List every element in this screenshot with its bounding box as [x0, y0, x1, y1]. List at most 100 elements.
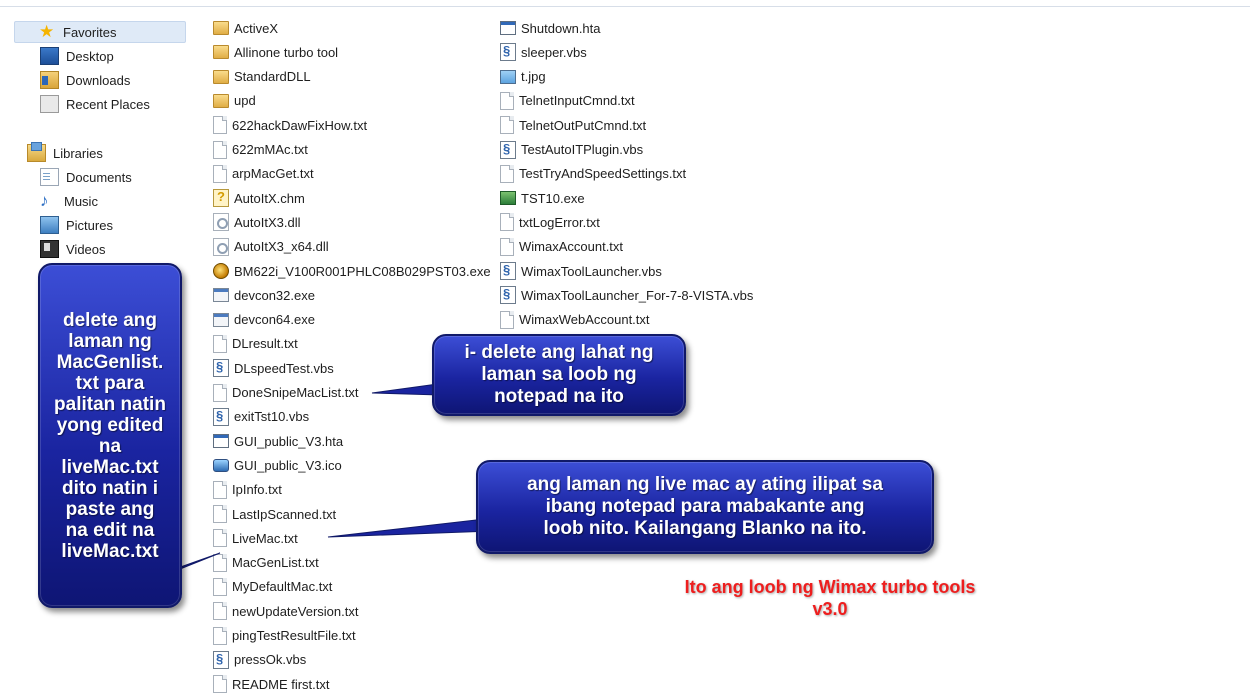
text-file-icon: [213, 116, 227, 135]
nav-item-documents[interactable]: Documents: [40, 166, 132, 188]
script-file-icon: [500, 140, 516, 159]
callout-line: laman ng: [68, 330, 152, 352]
text-file-icon: [213, 602, 227, 621]
text-file-icon: [213, 626, 227, 645]
file-name: ActiveX: [234, 20, 279, 36]
file-item[interactable]: devcon32.exe: [213, 284, 315, 306]
file-item[interactable]: newUpdateVersion.txt: [213, 600, 358, 622]
callout-line: dito natin i: [61, 477, 159, 499]
desktop-icon: [40, 47, 59, 65]
file-name: pingTestResultFile.txt: [232, 628, 356, 643]
file-item[interactable]: 622mMAc.txt: [213, 139, 308, 161]
nav-item-downloads[interactable]: Downloads: [40, 69, 130, 91]
file-item[interactable]: pingTestResultFile.txt: [213, 625, 356, 647]
star-icon: ★: [39, 22, 55, 41]
file-item[interactable]: txtLogError.txt: [500, 211, 600, 233]
file-item[interactable]: TelnetInputCmnd.txt: [500, 90, 635, 112]
file-item[interactable]: DLresult.txt: [213, 333, 298, 355]
nav-label-desktop: Desktop: [66, 48, 114, 64]
libraries-icon: [27, 142, 46, 162]
callout-line: laman sa loob ng: [481, 364, 637, 385]
text-file-icon: [213, 675, 227, 694]
file-item[interactable]: pressOk.vbs: [213, 649, 306, 671]
file-item[interactable]: TelnetOutPutCmnd.txt: [500, 114, 646, 136]
file-item[interactable]: WimaxAccount.txt: [500, 236, 623, 258]
callout-right-instructions: ang laman ng live mac ay ating ilipat sa…: [476, 460, 934, 554]
folder-icon: [213, 69, 229, 84]
file-name: TelnetInputCmnd.txt: [519, 93, 635, 109]
callout-line: liveMac.txt: [61, 456, 159, 478]
exe-file-icon: [213, 312, 229, 327]
file-item[interactable]: 622hackDawFixHow.txt: [213, 114, 367, 136]
file-item[interactable]: AutoItX3_x64.dll: [213, 236, 329, 258]
file-item[interactable]: devcon64.exe: [213, 309, 315, 331]
nav-item-libraries[interactable]: Libraries: [27, 142, 103, 164]
file-name: arpMacGet.txt: [232, 166, 314, 182]
text-file-icon: [213, 577, 227, 596]
text-file-icon: [500, 213, 514, 232]
file-item[interactable]: exitTst10.vbs: [213, 406, 309, 428]
script-file-icon: [500, 43, 516, 62]
file-item[interactable]: Shutdown.hta: [500, 17, 601, 39]
callout-line: liveMac.txt: [61, 540, 159, 562]
file-item[interactable]: StandardDLL: [213, 66, 311, 88]
exe-file-icon: [213, 288, 229, 303]
file-name: exitTst10.vbs: [234, 409, 310, 425]
nav-item-pictures[interactable]: Pictures: [40, 214, 113, 236]
file-name: devcon64.exe: [234, 312, 315, 328]
file-name: MyDefaultMac.txt: [232, 579, 333, 595]
file-name: sleeper.vbs: [521, 44, 587, 60]
file-item[interactable]: README first.txt: [213, 673, 330, 695]
folder-icon: [213, 45, 229, 60]
file-item[interactable]: WimaxWebAccount.txt: [500, 309, 650, 331]
text-file-icon: [213, 164, 227, 183]
file-item[interactable]: arpMacGet.txt: [213, 163, 314, 185]
callout-line: na edit na: [65, 519, 155, 541]
nav-item-videos[interactable]: Videos: [40, 238, 106, 260]
file-item[interactable]: TST10.exe: [500, 187, 585, 209]
file-name: GUI_public_V3.ico: [234, 457, 342, 473]
file-name: MacGenList.txt: [232, 555, 319, 571]
callout-line: MacGenlist.: [56, 351, 164, 373]
file-item[interactable]: GUI_public_V3.ico: [213, 454, 342, 476]
nav-item-music[interactable]: ♪ Music: [40, 190, 98, 212]
file-name: LastIpScanned.txt: [232, 506, 337, 522]
file-item[interactable]: IpInfo.txt: [213, 479, 282, 501]
nav-item-favorites[interactable]: ★ Favorites: [14, 21, 186, 43]
file-item[interactable]: BM622i_V100R001PHLC08B029PST03.exe: [213, 260, 491, 282]
red-caption: Ito ang loob ng Wimax turbo tools v3.0: [600, 576, 1060, 620]
file-item[interactable]: sleeper.vbs: [500, 41, 587, 63]
file-item[interactable]: DoneSnipeMacList.txt: [213, 382, 358, 404]
file-item[interactable]: MyDefaultMac.txt: [213, 576, 332, 598]
nav-item-recent-places[interactable]: Recent Places: [40, 93, 150, 115]
nav-label-videos: Videos: [66, 241, 106, 257]
nav-label-libraries: Libraries: [53, 145, 103, 161]
red-caption-line-1: Ito ang loob ng Wimax turbo tools: [684, 577, 976, 597]
callout-line: txt para: [75, 372, 145, 394]
file-item[interactable]: DLspeedTest.vbs: [213, 357, 334, 379]
file-item[interactable]: Allinone turbo tool: [213, 41, 338, 63]
nav-item-desktop[interactable]: Desktop: [40, 45, 114, 67]
file-name: 622hackDawFixHow.txt: [232, 117, 368, 133]
file-item[interactable]: AutoItX.chm: [213, 187, 305, 209]
nav-label-downloads: Downloads: [66, 72, 131, 88]
file-item[interactable]: LastIpScanned.txt: [213, 503, 336, 525]
file-item[interactable]: WimaxToolLauncher.vbs: [500, 260, 662, 282]
file-item[interactable]: ActiveX: [213, 17, 278, 39]
file-item[interactable]: WimaxToolLauncher_For-7-8-VISTA.vbs: [500, 284, 753, 306]
file-item[interactable]: AutoItX3.dll: [213, 211, 301, 233]
file-item[interactable]: TestAutoITPlugin.vbs: [500, 139, 643, 161]
file-item[interactable]: GUI_public_V3.hta: [213, 430, 343, 452]
image-file-icon: [500, 69, 516, 84]
text-file-icon: [213, 480, 227, 499]
pictures-icon: [40, 216, 59, 234]
file-item[interactable]: LiveMac.txt: [213, 527, 298, 549]
ico-file-icon: [213, 458, 229, 472]
file-item[interactable]: MacGenList.txt: [213, 552, 319, 574]
file-name: 622mMAc.txt: [232, 142, 308, 157]
file-name: TST10.exe: [521, 190, 585, 206]
file-item[interactable]: TestTryAndSpeedSettings.txt: [500, 163, 686, 185]
file-item[interactable]: upd: [213, 90, 256, 112]
file-item[interactable]: t.jpg: [500, 66, 546, 88]
file-name: TestAutoITPlugin.vbs: [521, 142, 644, 157]
